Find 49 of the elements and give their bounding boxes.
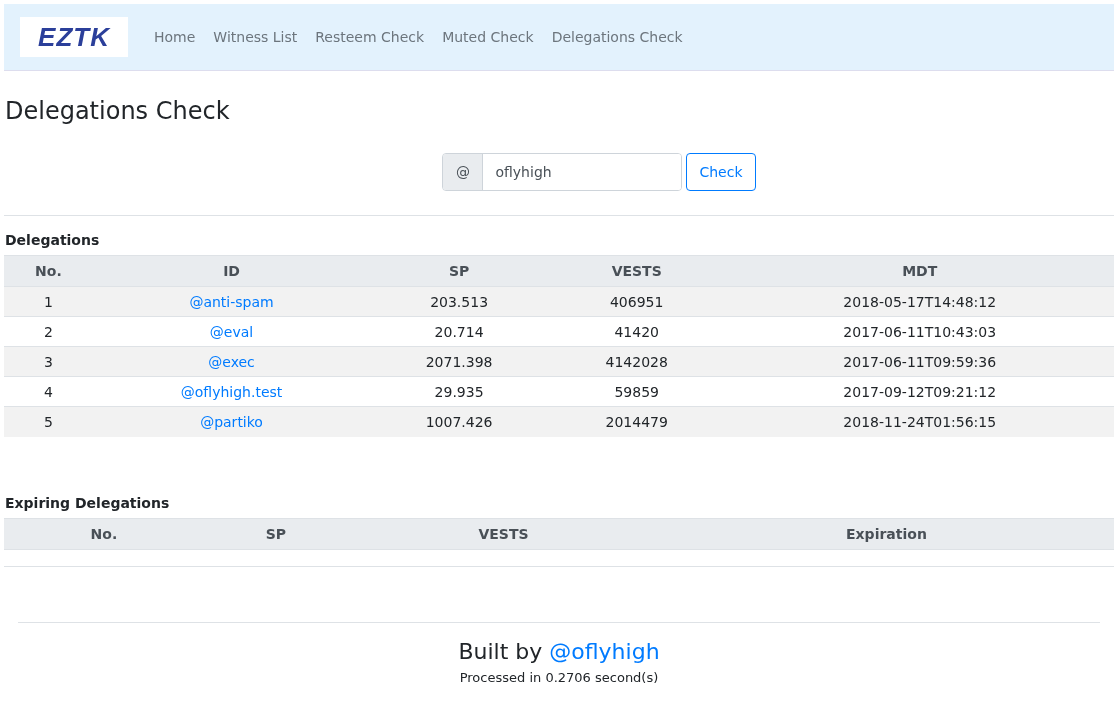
table-cell: 4142028	[547, 346, 726, 377]
nav-link[interactable]: Delegations Check	[551, 29, 683, 45]
column-header: VESTS	[348, 518, 659, 549]
table-cell: 20.714	[370, 316, 548, 347]
table-cell: 2014479	[547, 406, 726, 437]
table-cell: 2017-06-11T09:59:36	[725, 346, 1114, 377]
account-link[interactable]: @anti-spam	[189, 293, 274, 310]
check-button[interactable]: Check	[686, 153, 756, 191]
table-cell: 2	[4, 316, 93, 347]
section-title: Delegations	[5, 232, 101, 248]
table-cell: 406951	[547, 286, 726, 317]
column-header: Expiration	[658, 518, 1114, 549]
table-cell: 41420	[547, 316, 726, 347]
table-cell: 59859	[547, 376, 726, 407]
nav-link[interactable]: Home	[154, 29, 196, 45]
author-link[interactable]: @oflyhigh	[549, 638, 660, 664]
account-link[interactable]: @oflyhigh.test	[180, 383, 283, 400]
table-cell: 2017-06-11T10:43:03	[725, 316, 1114, 347]
table-cell: 1	[4, 286, 93, 317]
table-cell: 2018-05-17T14:48:12	[725, 286, 1114, 317]
column-header: MDT	[725, 255, 1114, 287]
nav-link[interactable]: Muted Check	[442, 29, 534, 45]
username-field[interactable]: @ oflyhigh	[442, 153, 683, 191]
table-cell: 2017-09-12T09:21:12	[725, 376, 1114, 407]
built-by-text: Built by @oflyhigh	[458, 638, 660, 664]
table-cell: 5	[4, 406, 93, 437]
nav-link[interactable]: Witness List	[213, 29, 298, 45]
account-link[interactable]: @partiko	[200, 413, 263, 430]
column-header: SP	[370, 255, 548, 287]
table-cell: 3	[4, 346, 93, 377]
column-header: ID	[92, 255, 371, 287]
table-cell: 2071.398	[370, 346, 548, 377]
table-cell: 2018-11-24T01:56:15	[725, 406, 1114, 437]
column-header: No.	[4, 518, 204, 549]
logo[interactable]: EZTK	[20, 17, 128, 57]
table-cell: 4	[4, 376, 93, 407]
page-title: Delegations Check	[5, 97, 231, 125]
table-cell: 203.513	[370, 286, 548, 317]
table-cell: 1007.426	[370, 406, 548, 437]
column-header: No.	[4, 255, 93, 287]
column-header: VESTS	[547, 255, 726, 287]
nav-link[interactable]: Resteem Check	[315, 29, 425, 45]
processed-time: Processed in 0.2706 second(s)	[459, 669, 659, 685]
at-prefix: @	[443, 154, 484, 190]
account-link[interactable]: @exec	[208, 353, 255, 370]
account-link[interactable]: @eval	[209, 323, 254, 340]
section-title: Expiring Delegations	[5, 494, 171, 511]
table-cell: 29.935	[370, 376, 548, 407]
column-header: SP	[203, 518, 349, 549]
